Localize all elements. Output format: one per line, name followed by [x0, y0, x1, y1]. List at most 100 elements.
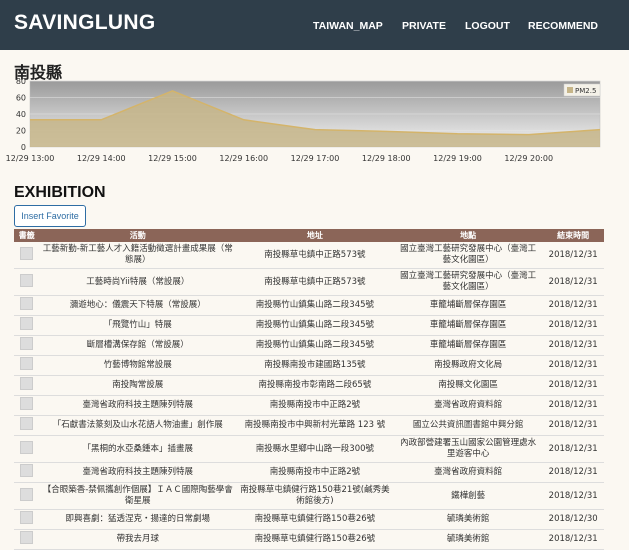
table-row: 「飛覽竹山」特展 南投縣竹山鎮集山路二段345號 車籠埔斷層保存園區 2018/12/… — [14, 315, 604, 336]
activity-cell: 南投陶常設展 — [39, 375, 236, 396]
pm25-chart: 0 20 40 60 80 12/29 13:00 12/29 14:00 12/29 15… — [0, 77, 620, 192]
activity-cell: 臺灣省政府科技主題陳列特展 — [39, 395, 236, 416]
y-tick-label: 40 — [16, 110, 26, 119]
header-bookmark[interactable]: 書籤 — [14, 229, 40, 242]
bookmark-checkbox[interactable] — [20, 487, 34, 501]
bookmark-checkbox[interactable] — [20, 357, 34, 370]
bookmark-checkbox[interactable] — [20, 377, 34, 390]
nav-private[interactable]: PRIVATE — [402, 20, 446, 32]
activity-cell: 竹藝博物館常設展 — [39, 355, 236, 376]
end-time-cell: 2018/12/31 — [542, 335, 604, 356]
bookmark-checkbox[interactable] — [20, 440, 34, 454]
end-time-cell: 2018/12/31 — [542, 415, 604, 436]
activity-cell: 瀰遊地心：儀震天下特展（常設展） — [39, 295, 236, 316]
bookmark-cell — [14, 529, 40, 550]
activity-cell: 臺灣省政府科技主題陳列特展 — [39, 462, 236, 483]
address-cell: 南投縣水里鄉中山路一段300號 — [235, 435, 394, 463]
address-cell: 南投縣南投市建國路135號 — [235, 355, 394, 376]
table-row: 臺灣省政府科技主題陳列特展 南投縣南投市中正路2號 臺灣省政府資料館 2018/12/… — [14, 395, 604, 416]
address-cell: 南投縣南投市中興新村光華路 123 號 — [235, 415, 394, 436]
location-cell: 車籠埔斷層保存園區 — [393, 335, 543, 356]
bookmark-checkbox[interactable] — [20, 464, 34, 477]
bookmark-checkbox[interactable] — [20, 297, 34, 310]
bookmark-checkbox[interactable] — [20, 337, 34, 350]
exhibition-table: 書籤 活動 地址 地點 結束時間 工藝新勤-新工藝人才入籍活動徵選計畫成果展（常… — [14, 229, 604, 550]
location-cell: 國立公共資訊圖書館中興分館 — [393, 415, 543, 436]
bookmark-cell — [14, 335, 40, 356]
address-cell: 南投縣南投市中正路2號 — [235, 395, 394, 416]
table-header-row: 書籤 活動 地址 地點 結束時間 — [14, 229, 604, 242]
table-row: 斷層槽溝保存館（常設展） 南投縣竹山鎮集山路二段345號 車籠埔斷層保存園區 2018… — [14, 335, 604, 356]
header-address[interactable]: 地址 — [235, 229, 394, 242]
chart-legend: PM2.5 — [563, 83, 601, 97]
location-cell: 鐵樺創藝 — [393, 482, 543, 510]
bookmark-cell — [14, 295, 40, 316]
y-tick-label: 60 — [16, 94, 26, 103]
location-cell: 毓璘美術館 — [393, 529, 543, 550]
address-cell: 南投縣草屯鎮中正路573號 — [235, 268, 394, 296]
bookmark-cell — [14, 268, 40, 296]
bookmark-checkbox[interactable] — [20, 246, 34, 260]
end-time-cell: 2018/12/31 — [542, 242, 604, 269]
table-row: 瀰遊地心：儀震天下特展（常設展） 南投縣竹山鎮集山路二段345號 車籠埔斷層保存園區… — [14, 295, 604, 316]
address-cell: 南投縣草屯鎮健行路150巷26號 — [235, 509, 394, 530]
bookmark-cell — [14, 375, 40, 396]
location-cell: 車籠埔斷層保存園區 — [393, 295, 543, 316]
nav-logout[interactable]: LOGOUT — [465, 20, 510, 32]
bookmark-checkbox[interactable] — [20, 531, 34, 544]
activity-cell: 工藝新勤-新工藝人才入籍活動徵選計畫成果展（常態展） — [39, 242, 236, 269]
activity-cell: 即興喜劇：猛透涅克・揚達的日常劇場 — [39, 509, 236, 530]
location-cell: 臺灣省政府資料館 — [393, 462, 543, 483]
bookmark-checkbox[interactable] — [20, 273, 34, 287]
address-cell: 南投縣草屯鎮健行路150巷21號(鹹秀美術館後方) — [235, 482, 394, 510]
header-location[interactable]: 地點 — [393, 229, 543, 242]
table-row: 「石獻書法篆刻及山水花語人物油畫」創作展 南投縣南投市中興新村光華路 123 號國… — [14, 415, 604, 436]
y-tick-label: 80 — [16, 78, 26, 86]
x-tick-label: 12/29 14:00 — [77, 154, 126, 163]
bookmark-checkbox[interactable] — [20, 317, 34, 330]
activity-cell: 帶我去月球 — [39, 529, 236, 550]
end-time-cell: 2018/12/31 — [542, 462, 604, 483]
bookmark-cell — [14, 355, 40, 376]
bookmark-cell — [14, 415, 40, 436]
header-activity[interactable]: 活動 — [39, 229, 236, 242]
table-row: 「黑桐的水亞桑鍾本」插畫展 南投縣水里鄉中山路一段300號 內政部營建署玉山國家公園… — [14, 435, 604, 463]
x-tick-label: 12/29 18:00 — [362, 154, 411, 163]
activity-cell: 【合眼築香-禁佩攜創作個展】ＩＡＣ國際陶藝學會衛星展 — [39, 482, 236, 510]
end-time-cell: 2018/12/31 — [542, 395, 604, 416]
nav-recommend[interactable]: RECOMMEND — [528, 20, 598, 32]
legend-swatch — [567, 87, 573, 93]
top-navbar: SAVINGLUNG TAIWAN_MAP PRIVATE LOGOUT REC… — [0, 0, 629, 50]
end-time-cell: 2018/12/31 — [542, 315, 604, 336]
address-cell: 南投縣南投市中正路2號 — [235, 462, 394, 483]
section-title: EXHIBITION — [14, 184, 106, 201]
x-tick-label: 12/29 17:00 — [291, 154, 340, 163]
header-end-time[interactable]: 結束時間 — [542, 229, 604, 242]
table-row: 竹藝博物館常設展 南投縣南投市建國路135號 南投縣政府文化局 2018/12/31 — [14, 355, 604, 376]
location-cell: 內政部營建署玉山國家公園管理處水里遊客中心 — [393, 435, 543, 463]
bookmark-checkbox[interactable] — [20, 511, 34, 524]
activity-cell: 「飛覽竹山」特展 — [39, 315, 236, 336]
end-time-cell: 2018/12/31 — [542, 355, 604, 376]
end-time-cell: 2018/12/31 — [542, 268, 604, 296]
legend-label: PM2.5 — [575, 87, 596, 95]
table-row: 【合眼築香-禁佩攜創作個展】ＩＡＣ國際陶藝學會衛星展 南投縣草屯鎮健行路150巷2… — [14, 482, 604, 510]
x-tick-label: 12/29 16:00 — [219, 154, 268, 163]
table-row: 即興喜劇：猛透涅克・揚達的日常劇場 南投縣草屯鎮健行路150巷26號 毓璘美術館 20… — [14, 509, 604, 530]
bookmark-checkbox[interactable] — [20, 417, 34, 430]
location-cell: 國立臺灣工藝研究發展中心（臺灣工藝文化園區） — [393, 268, 543, 296]
address-cell: 南投縣竹山鎮集山路二段345號 — [235, 295, 394, 316]
bookmark-cell — [14, 315, 40, 336]
x-tick-label: 12/29 13:00 — [6, 154, 55, 163]
x-tick-label: 12/29 20:00 — [504, 154, 553, 163]
nav-taiwan-map[interactable]: TAIWAN_MAP — [313, 20, 383, 32]
brand-logo[interactable]: SAVINGLUNG — [14, 11, 155, 35]
activity-cell: 工藝時尚Yii特展（常設展） — [39, 268, 236, 296]
end-time-cell: 2018/12/31 — [542, 295, 604, 316]
insert-favorite-button[interactable]: Insert Favorite — [14, 205, 86, 227]
table-row: 南投陶常設展 南投縣南投市彰南路二段65號 南投縣文化園區 2018/12/31 — [14, 375, 604, 396]
x-tick-label: 12/29 19:00 — [433, 154, 482, 163]
bookmark-cell — [14, 509, 40, 530]
end-time-cell: 2018/12/30 — [542, 509, 604, 530]
bookmark-checkbox[interactable] — [20, 397, 34, 410]
